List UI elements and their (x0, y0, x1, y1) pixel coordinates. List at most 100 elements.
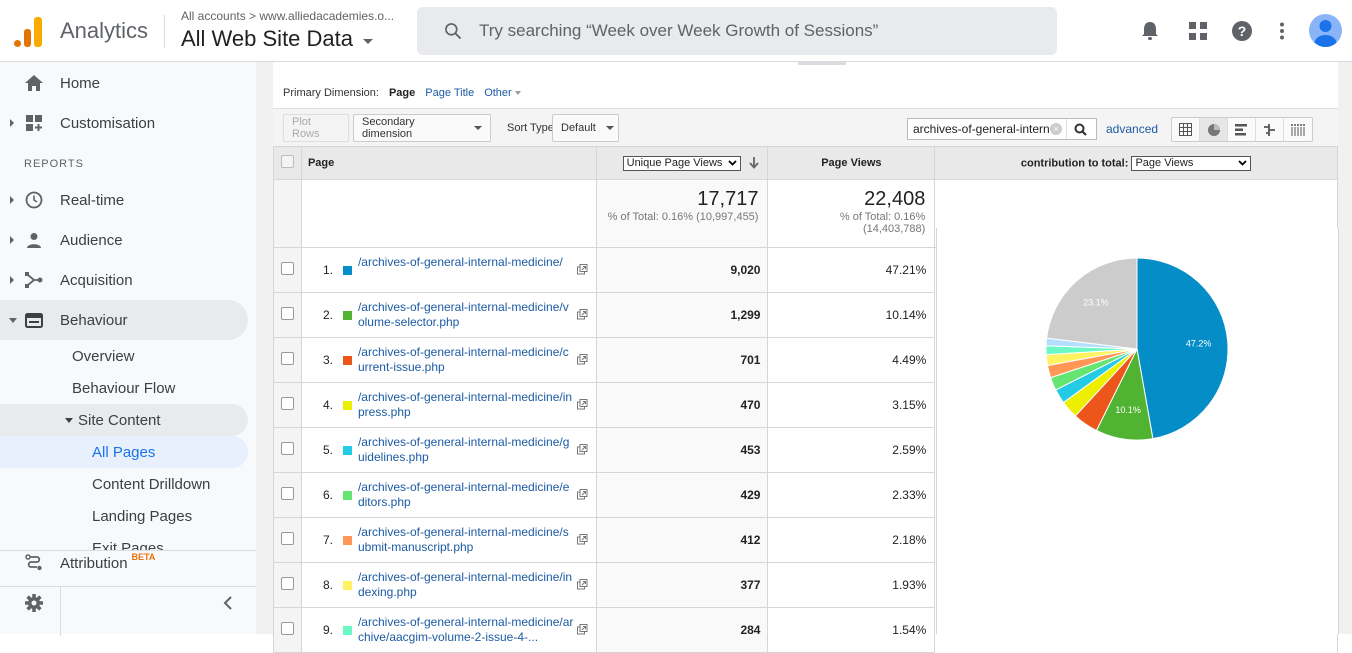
home-icon (24, 73, 44, 93)
plot-rows-button[interactable]: Plot Rows (283, 114, 349, 142)
sidebar-item-real-time[interactable]: Real-time (0, 180, 248, 220)
dimension-other[interactable]: Other (484, 87, 521, 99)
row-checkbox[interactable] (280, 622, 294, 635)
sort-descending-icon[interactable] (749, 157, 760, 169)
analytics-logo-icon[interactable] (14, 15, 42, 47)
advanced-filter-link[interactable]: advanced (1106, 122, 1158, 136)
unique-page-views-cell: 284 (595, 607, 769, 653)
open-external-icon[interactable] (576, 354, 588, 368)
search-input[interactable] (479, 21, 1039, 41)
dimension-page-title[interactable]: Page Title (425, 87, 474, 99)
apps-grid-icon[interactable] (1186, 19, 1210, 43)
clear-filter-icon[interactable]: × (1050, 123, 1062, 135)
open-external-icon[interactable] (576, 444, 588, 458)
comparison-view-icon[interactable] (1256, 118, 1284, 141)
sidebar-item-behaviour[interactable]: Behaviour (0, 300, 248, 340)
caret-down-icon (474, 126, 482, 130)
chevron-down-icon (728, 160, 738, 166)
page-link[interactable]: /archives-of-general-internal-medicine/ (358, 255, 574, 270)
sidebar-footer: Attribution BETA (0, 550, 256, 636)
expand-arrow-icon (10, 196, 14, 204)
resize-handle[interactable] (798, 62, 846, 65)
sidebar-item-all-pages[interactable]: All Pages (0, 436, 248, 468)
sidebar-item-overview[interactable]: Overview (0, 340, 248, 372)
property-selector[interactable]: All Web Site Data (181, 26, 374, 52)
sort-type-dropdown[interactable]: Default (552, 114, 619, 142)
property-name: All Web Site Data (181, 26, 354, 51)
dimension-page[interactable]: Page (389, 87, 415, 99)
secondary-dimension-dropdown[interactable]: Secondary dimension (353, 114, 491, 142)
page-link[interactable]: /archives-of-general-internal-medicine/s… (358, 525, 574, 555)
page-link[interactable]: /archives-of-general-internal-medicine/c… (358, 345, 574, 375)
page-views-header[interactable]: Page Views (767, 146, 936, 180)
page-link[interactable]: /archives-of-general-internal-medicine/e… (358, 480, 574, 510)
pie-view-icon[interactable] (1200, 118, 1228, 141)
caret-down-icon (605, 126, 614, 130)
open-external-icon[interactable] (576, 534, 588, 548)
sidebar-item-attribution[interactable]: Attribution BETA (0, 543, 248, 583)
open-external-icon[interactable] (576, 309, 588, 323)
open-external-icon[interactable] (576, 624, 588, 638)
account-breadcrumb[interactable]: All accounts > www.alliedacademies.o... (181, 9, 394, 23)
page-link[interactable]: /archives-of-general-internal-medicine/a… (358, 615, 574, 645)
help-icon[interactable]: ? (1230, 19, 1254, 43)
open-external-icon[interactable] (576, 489, 588, 503)
page-link[interactable]: /archives-of-general-internal-medicine/g… (358, 435, 574, 465)
pivot-view-icon[interactable] (1284, 118, 1312, 141)
header-divider (164, 15, 165, 48)
sidebar-item-customisation[interactable]: Customisation (0, 103, 248, 143)
open-external-icon[interactable] (576, 264, 588, 278)
contribution-select[interactable]: Page Views (1131, 155, 1252, 171)
series-color-swatch (342, 491, 352, 500)
sidebar-item-behaviour-flow[interactable]: Behaviour Flow (0, 372, 248, 404)
collapse-sidebar-chevron-icon[interactable] (222, 595, 234, 616)
more-vert-icon[interactable] (1270, 19, 1294, 43)
row-checkbox[interactable] (280, 307, 294, 320)
row-checkbox[interactable] (280, 577, 294, 590)
settings-row (0, 586, 256, 636)
top-app-bar: Analytics All accounts > www.alliedacade… (0, 0, 1352, 62)
sidebar-item-site-content[interactable]: Site Content (0, 404, 248, 436)
row-checkbox[interactable] (280, 352, 294, 365)
gear-icon[interactable] (24, 593, 44, 618)
performance-view-icon[interactable] (1228, 118, 1256, 141)
page-column-header[interactable]: Page (300, 146, 597, 180)
sidebar-item-landing-pages[interactable]: Landing Pages (0, 500, 248, 532)
pie-data-label: 47.2% (1186, 339, 1212, 349)
row-checkbox[interactable] (280, 442, 294, 455)
sidebar-item-content-drilldown[interactable]: Content Drilldown (0, 468, 248, 500)
select-all-checkbox[interactable] (280, 155, 294, 168)
row-checkbox[interactable] (280, 532, 294, 545)
clock-icon (24, 190, 44, 210)
search-icon (445, 23, 462, 40)
sidebar-item-home[interactable]: Home (0, 63, 248, 103)
unique-page-views-header: Unique Page Views (595, 146, 769, 180)
caret-down-icon (514, 91, 521, 96)
open-external-icon[interactable] (576, 579, 588, 593)
bell-icon[interactable] (1138, 19, 1162, 43)
open-external-icon[interactable] (576, 399, 588, 413)
unique-page-views-cell: 429 (595, 472, 769, 518)
series-color-swatch (342, 401, 352, 410)
sidebar-item-audience[interactable]: Audience (0, 220, 248, 260)
total-page-views-sub2: (14,403,788) (862, 223, 926, 235)
search-box[interactable] (417, 7, 1057, 55)
page-link[interactable]: /archives-of-general-internal-medicine/i… (358, 570, 574, 600)
row-index: 7. (322, 533, 333, 547)
page-link[interactable]: /archives-of-general-internal-medicine/i… (358, 390, 574, 420)
row-checkbox[interactable] (280, 487, 294, 500)
filter-input[interactable] (908, 122, 1050, 136)
pie-data-label: 23.1% (1083, 298, 1109, 308)
chevron-down-icon (1238, 160, 1248, 166)
account-avatar-icon[interactable] (1309, 14, 1342, 47)
metric-select[interactable]: Unique Page Views (622, 155, 742, 171)
unique-page-views-cell: 701 (595, 337, 769, 383)
pie-slice-1[interactable] (1136, 257, 1229, 440)
row-checkbox[interactable] (280, 262, 294, 275)
filter-search-button[interactable] (1066, 119, 1094, 139)
sidebar-item-acquisition[interactable]: Acquisition (0, 260, 248, 300)
table-view-icon[interactable] (1172, 118, 1200, 141)
row-checkbox[interactable] (280, 397, 294, 410)
person-icon (24, 230, 44, 250)
page-link[interactable]: /archives-of-general-internal-medicine/v… (358, 300, 574, 330)
